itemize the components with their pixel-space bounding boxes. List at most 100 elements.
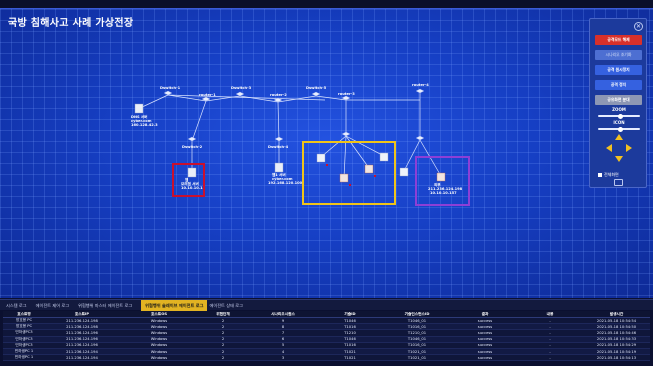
table-cell: 2 xyxy=(221,337,225,342)
host-web1-server[interactable]: 웹1 서버 cyber.com 192.168.120.100 xyxy=(268,162,303,185)
switch-icon xyxy=(235,91,245,97)
column-header[interactable]: 시나리오시퀀스 xyxy=(247,312,319,317)
shared-screen-button[interactable]: 공유화면 분대 xyxy=(595,95,642,105)
table-cell: 211.236.124.194 xyxy=(66,349,98,354)
table-cell: T1021_01 xyxy=(407,355,427,360)
table-cell: 211.236.124.196 xyxy=(66,330,98,335)
column-header[interactable]: 기술인스턴스ID xyxy=(381,312,453,317)
table-body: 방호용 PC 211.236.124.198 Windows 2 9 T1046 T1046… xyxy=(3,318,650,362)
switch-icon xyxy=(187,136,197,142)
icon-size-slider[interactable] xyxy=(598,126,640,132)
column-header[interactable]: 발생시간 xyxy=(583,312,650,317)
table-cell: - xyxy=(549,318,551,323)
zoom-slider[interactable] xyxy=(598,113,640,119)
table-cell: T1021 xyxy=(344,349,356,354)
scenario-reset-button[interactable]: 시나리오 조기화 xyxy=(595,50,642,60)
router-icon xyxy=(415,88,425,94)
table-cell: 2 xyxy=(221,355,225,360)
table-cell: 2 xyxy=(221,318,225,323)
table-cell: success xyxy=(477,349,493,354)
table-cell: 2021-05-18 10:54:33 xyxy=(596,337,637,342)
table-cell: 211.236.124.196 xyxy=(66,337,98,342)
column-header[interactable]: 결과 xyxy=(453,312,517,317)
zoom-label: ZOOM xyxy=(612,107,626,112)
table-cell: 2 xyxy=(221,330,225,335)
arrow-up-icon[interactable] xyxy=(615,134,623,140)
table-cell: T1016 xyxy=(344,324,356,329)
attack-mode-off-button[interactable]: 공격모드 해제 xyxy=(595,35,642,45)
table-cell: 민하생PC 1 xyxy=(14,349,34,354)
control-panel: ✕ 공격모드 해제 시나리오 조기화 공격 원시정지 공격 정지 공유화면 분대… xyxy=(589,18,647,188)
table-cell: 2 xyxy=(221,324,225,329)
table-cell: T1016_01 xyxy=(407,324,427,329)
table-cell: 2021-05-18 10:54:54 xyxy=(596,318,637,323)
column-header[interactable]: 내용 xyxy=(517,312,583,317)
table-cell: success xyxy=(477,330,493,335)
table-cell: 2021-05-18 10:54:46 xyxy=(596,330,637,335)
table-cell: Windows xyxy=(150,337,168,342)
arrow-left-icon[interactable] xyxy=(606,144,612,152)
table-cell: 2021-05-18 10:54:29 xyxy=(596,343,637,348)
table-cell: Windows xyxy=(150,318,168,323)
attack-stop-button[interactable]: 공격 정지 xyxy=(595,80,642,90)
switch-label: Dswitch-5 xyxy=(306,86,327,90)
column-header[interactable]: 호스트IP xyxy=(45,312,119,317)
switch-label: Dswitch-4 xyxy=(268,145,289,149)
column-header[interactable]: 위협단계 xyxy=(199,312,247,317)
column-header[interactable]: 기술ID xyxy=(319,312,381,317)
close-icon[interactable]: ✕ xyxy=(634,22,643,31)
table-cell: 민하생PC3 xyxy=(15,336,33,341)
icon-label: ICON xyxy=(613,120,625,125)
table-cell: - xyxy=(549,355,551,360)
router-label: router-1 xyxy=(199,93,216,97)
table-cell: 8 xyxy=(281,324,285,329)
table-cell: Windows xyxy=(150,349,168,354)
switch-label: Dswitch-2 xyxy=(182,145,203,149)
table-cell: 민하생PC 1 xyxy=(14,355,34,360)
table-cell: 5 xyxy=(281,343,285,348)
table-cell: Windows xyxy=(150,355,168,360)
zoom-slider-knob[interactable] xyxy=(618,113,623,119)
tab-slave-agent-log[interactable]: 위협행위 슬레이브 에이전트 로그 xyxy=(141,299,208,311)
table-cell: 211.236.124.194 xyxy=(66,355,98,360)
highlight-box-yellow xyxy=(302,141,396,205)
icon-slider-knob[interactable] xyxy=(618,126,623,132)
table-cell: success xyxy=(477,318,493,323)
table-cell: - xyxy=(549,349,551,354)
table-cell: success xyxy=(477,355,493,360)
router-label: router-2 xyxy=(270,93,287,97)
table-cell: T1016_01 xyxy=(407,343,427,348)
column-header[interactable]: 호스트OS xyxy=(119,312,199,317)
table-cell: T1046_01 xyxy=(407,318,427,323)
switch-icon xyxy=(415,135,425,141)
table-cell: T1046 xyxy=(344,318,356,323)
tab-system-log[interactable]: 시스템 로그 xyxy=(6,300,34,311)
table-cell: T1016 xyxy=(344,343,356,348)
switch-icon xyxy=(341,131,351,137)
tab-master-agent-log[interactable]: 위협행위 마스터 에이전트 로그 xyxy=(78,300,139,311)
table-cell: T1046 xyxy=(344,337,356,342)
table-cell: - xyxy=(549,343,551,348)
table-cell: 3 xyxy=(281,355,285,360)
table-cell: T1046_01 xyxy=(407,337,427,342)
table-cell: 6 xyxy=(281,337,285,342)
table-cell: 민하생PC3 xyxy=(15,330,33,335)
table-cell: T1021_01 xyxy=(407,349,427,354)
table-cell: 2021-05-18 10:54:50 xyxy=(596,324,637,329)
host-dns-server[interactable]: DNS 서버 cyber.com 160.128.42.3 xyxy=(131,103,158,127)
attack-pause-button[interactable]: 공격 원시정지 xyxy=(595,65,642,75)
column-header[interactable]: 호스트명 xyxy=(3,312,45,317)
fullscreen-checkbox[interactable]: 전체화면 xyxy=(598,172,619,178)
table-row[interactable]: 민하생PC 1 211.236.124.194 Windows 2 3 T1021 T102… xyxy=(3,355,650,362)
switch-label: Dswitch-3 xyxy=(231,86,252,90)
camera-icon[interactable] xyxy=(614,179,623,186)
tab-agent-status-log[interactable]: 에이전트 상태 로그 xyxy=(209,300,249,311)
fullscreen-checkbox-label: 전체화면 xyxy=(604,172,619,177)
table-cell: 민하생PC3 xyxy=(15,342,33,347)
table-cell: 211.236.124.198 xyxy=(66,318,98,323)
arrow-down-icon[interactable] xyxy=(615,156,623,162)
tab-agent-control-log[interactable]: 에이전트 제어 로그 xyxy=(36,300,76,311)
table-cell: 211.236.124.196 xyxy=(66,343,98,348)
arrow-right-icon[interactable] xyxy=(626,144,632,152)
table-cell: T1021 xyxy=(344,355,356,360)
